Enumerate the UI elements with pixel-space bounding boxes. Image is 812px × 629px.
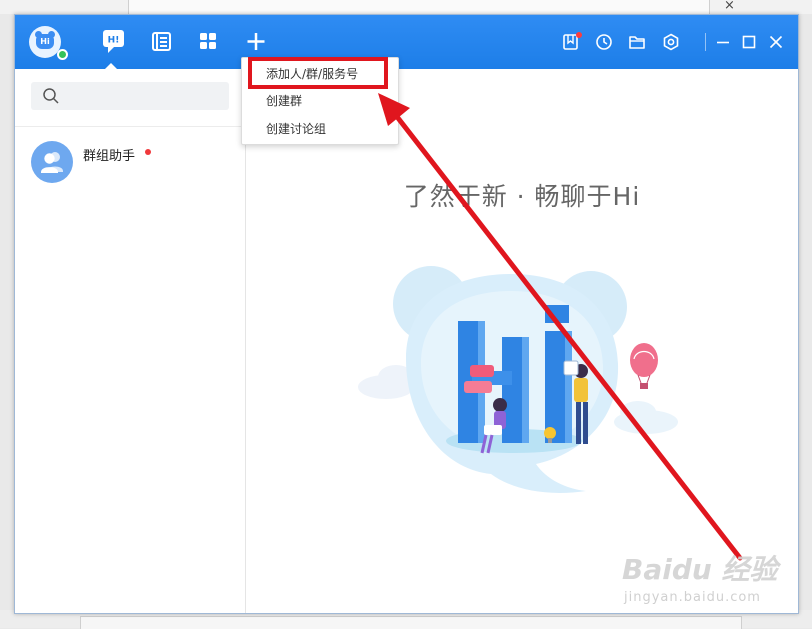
nav-messages-button[interactable]: H!: [99, 27, 129, 57]
clock-icon: [596, 34, 612, 50]
title-bar: Hi H!: [15, 15, 798, 69]
sidebar: 群组助手: [15, 69, 246, 613]
nav-contacts-button[interactable]: [146, 27, 176, 57]
avatar-logo-text: Hi: [36, 34, 54, 49]
nav-messages-icon-text: H!: [108, 36, 120, 46]
maximize-button[interactable]: [738, 31, 760, 53]
close-icon: [769, 35, 783, 49]
sidebar-divider: [15, 126, 245, 127]
titlebar-divider: [705, 33, 706, 51]
baidu-watermark-url: jingyan.baidu.com: [624, 590, 761, 605]
background-close-icon: ×: [724, 0, 735, 13]
unread-dot: [145, 149, 151, 155]
group-assistant-avatar: [31, 141, 73, 183]
files-button[interactable]: [626, 31, 648, 53]
online-status-dot: [57, 49, 68, 60]
search-icon: [43, 88, 59, 104]
hi-welcome-illustration: [358, 266, 678, 494]
gear-icon: [663, 33, 679, 51]
history-button[interactable]: [593, 31, 615, 53]
search-box[interactable]: [31, 82, 229, 110]
notice-button[interactable]: [560, 31, 582, 53]
apps-grid-icon: [200, 33, 216, 49]
menu-item-create-group[interactable]: 创建群: [242, 88, 398, 114]
contact-item-group-assistant[interactable]: 群组助手: [15, 137, 245, 193]
baidu-watermark: Baidu 经验: [622, 553, 778, 586]
background-window-edge: [128, 0, 710, 14]
address-book-icon: [152, 32, 171, 51]
folder-icon: [629, 36, 645, 49]
nav-apps-button[interactable]: [193, 27, 223, 57]
close-button[interactable]: [765, 31, 787, 53]
add-menu-button[interactable]: [241, 27, 271, 57]
app-window: Hi H! 群组助手 了然于新 · 畅聊于Hi: [14, 14, 799, 614]
search-input[interactable]: [67, 86, 221, 108]
notice-badge-dot: [576, 32, 582, 38]
minimize-button[interactable]: [712, 31, 734, 53]
maximize-icon: [742, 35, 756, 49]
contact-name: 群组助手: [83, 149, 136, 164]
annotation-highlight-box: [248, 57, 388, 89]
plus-icon: [247, 33, 265, 50]
chat-bubble-icon: H!: [103, 30, 124, 53]
minimize-icon: [717, 41, 729, 44]
welcome-panel: 了然于新 · 畅聊于Hi: [246, 69, 798, 613]
settings-button[interactable]: [660, 31, 682, 53]
menu-item-create-discussion-group[interactable]: 创建讨论组: [242, 116, 398, 142]
group-users-icon: [41, 152, 63, 173]
